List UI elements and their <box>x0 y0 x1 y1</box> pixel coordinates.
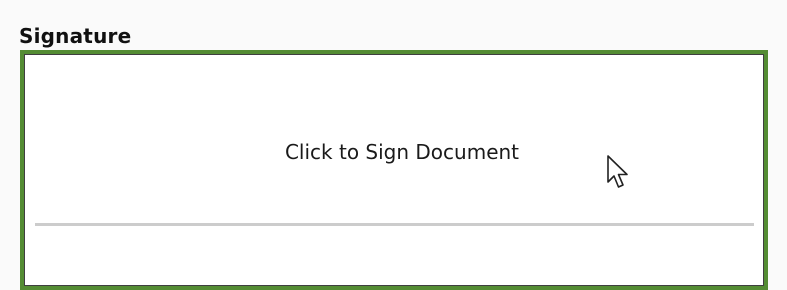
click-to-sign-prompt[interactable]: Click to Sign Document <box>24 140 764 164</box>
signature-field-label: Signature <box>19 24 132 48</box>
signature-pad[interactable]: Click to Sign Document <box>20 50 768 290</box>
signature-line <box>35 223 754 226</box>
signature-pad-inner-edge <box>24 54 764 286</box>
